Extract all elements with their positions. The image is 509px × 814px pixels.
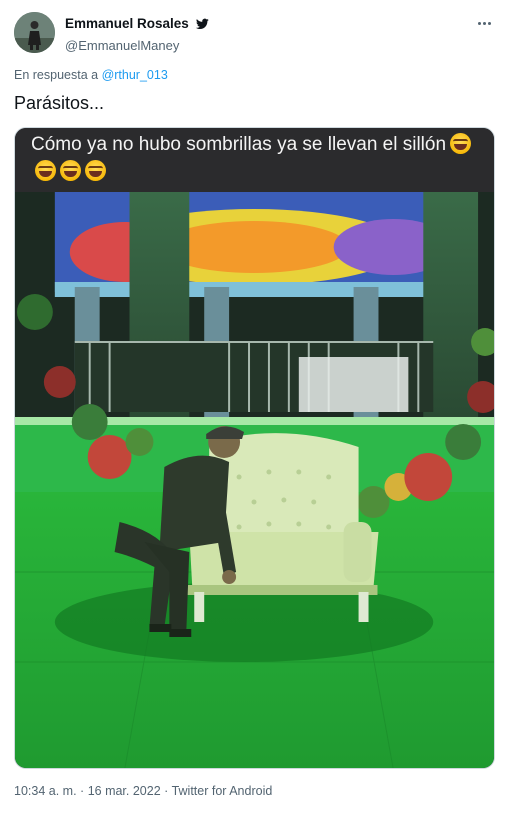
meme-caption-text: Cómo ya no hubo sombrillas ya se llevan … <box>31 134 447 155</box>
tweet-text: Parásitos... <box>14 93 105 113</box>
tweet-card: Emmanuel Rosales @EmmanuelManey En respu… <box>0 0 509 814</box>
meme-photo <box>15 192 494 768</box>
reply-mention-link[interactable]: @rthur_013 <box>102 68 168 82</box>
tweet-header: Emmanuel Rosales @EmmanuelManey <box>14 12 495 54</box>
avatar[interactable] <box>14 12 55 53</box>
tweet-meta: 10:34 a. m. · 16 mar. 2022 · Twitter for… <box>14 784 272 798</box>
face-with-tears-of-joy-icon <box>35 160 56 181</box>
tweet-media[interactable]: Cómo ya no hubo sombrillas ya se llevan … <box>14 127 495 769</box>
meta-separator: · <box>80 784 85 798</box>
reply-context: En respuesta a @rthur_013 <box>14 68 168 82</box>
twitter-bird-icon <box>196 17 210 35</box>
meta-separator: · <box>164 784 169 798</box>
tweet-time[interactable]: 10:34 a. m. <box>14 784 77 798</box>
author-block: Emmanuel Rosales @EmmanuelManey <box>65 15 210 53</box>
face-with-tears-of-joy-icon <box>450 133 472 154</box>
tweet-date[interactable]: 16 mar. 2022 <box>88 784 161 798</box>
reply-prefix: En respuesta a <box>14 68 99 82</box>
face-with-tears-of-joy-icon <box>60 160 81 181</box>
author-handle[interactable]: @EmmanuelManey <box>65 38 209 53</box>
author-display-name[interactable]: Emmanuel Rosales <box>65 16 189 31</box>
more-options-icon[interactable] <box>473 14 495 32</box>
tweet-source[interactable]: Twitter for Android <box>172 784 273 798</box>
meme-caption: Cómo ya no hubo sombrillas ya se llevan … <box>15 128 494 192</box>
face-with-tears-of-joy-icon <box>85 160 106 181</box>
